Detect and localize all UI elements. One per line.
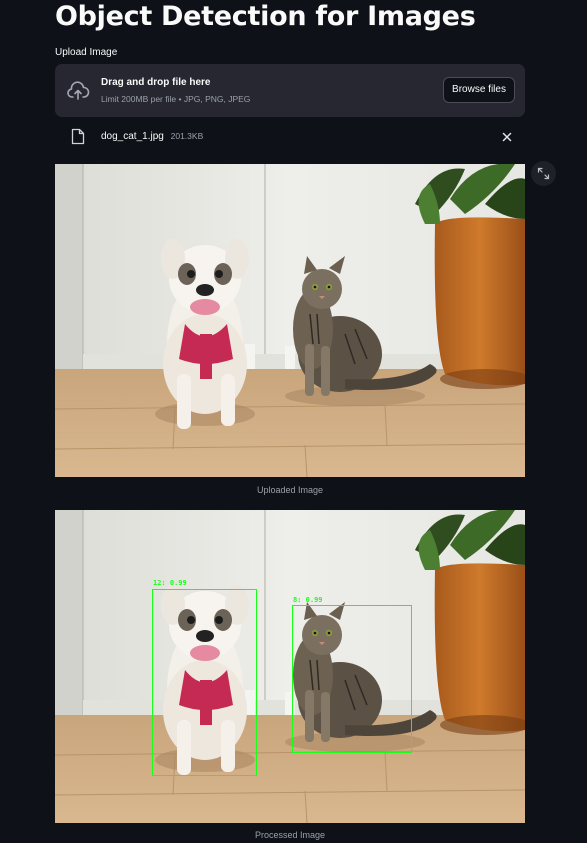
cat-bounding-box [292,605,412,753]
processed-image: 12: 0.99 8: 0.99 [55,510,525,823]
dropzone-limit: Limit 200MB per file • JPG, PNG, JPEG [101,94,251,104]
file-icon [71,128,85,145]
expand-icon [537,167,550,180]
upload-label: Upload Image [55,47,118,58]
app-page: Object Detection for Images Upload Image… [0,0,587,843]
dog-detection-label: 12: 0.99 [153,579,187,587]
dog-cat-photo-annotated [55,510,525,823]
cloud-upload-icon [67,81,90,100]
page-title: Object Detection for Images [55,1,476,32]
dog-cat-photo [55,164,525,477]
file-size: 201.3KB [170,131,204,141]
uploaded-file-item: dog_cat_1.jpg 201.3KB [55,126,525,148]
file-name-group: dog_cat_1.jpg 201.3KB [101,131,203,142]
fullscreen-button[interactable] [531,161,556,186]
processed-image-caption: Processed Image [254,830,326,840]
dog-bounding-box [152,589,257,776]
uploaded-image [55,164,525,477]
file-dropzone[interactable]: Drag and drop file here Limit 200MB per … [55,64,525,117]
file-name: dog_cat_1.jpg [101,131,164,142]
dropzone-title: Drag and drop file here [101,77,211,88]
close-icon[interactable] [500,130,514,144]
uploaded-image-caption: Uploaded Image [256,485,324,495]
cat-detection-label: 8: 0.99 [293,596,323,604]
browse-files-button[interactable]: Browse files [443,77,515,103]
